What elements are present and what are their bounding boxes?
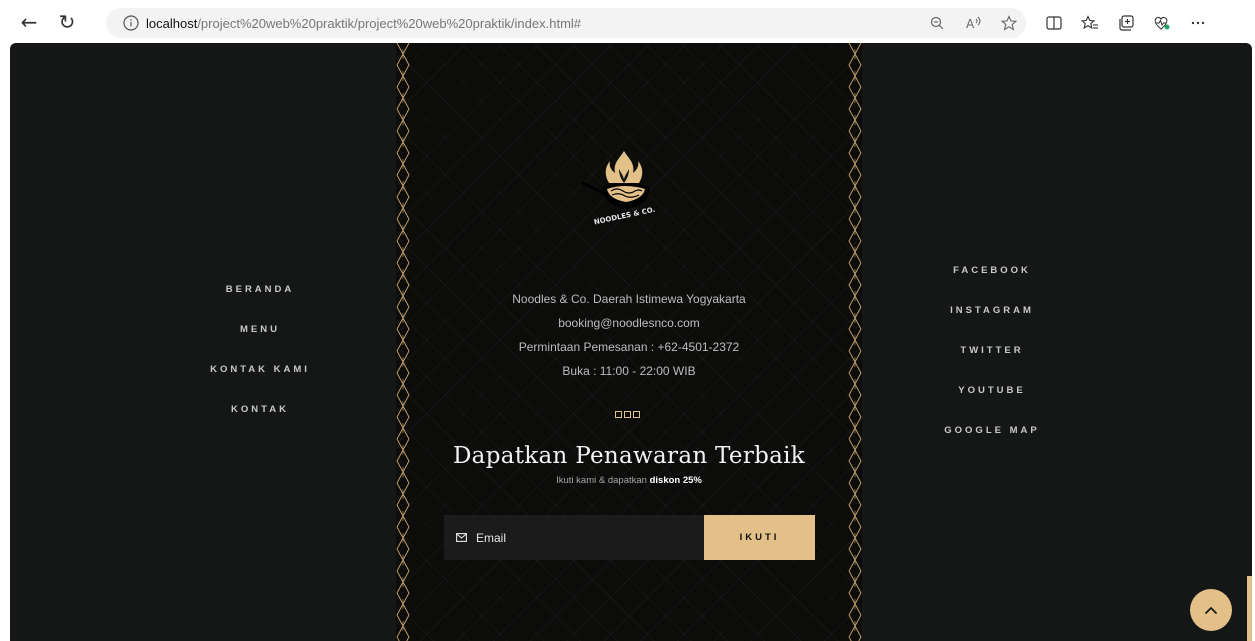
menu-link-kontak-kami[interactable]: KONTAK KAMI (210, 363, 310, 403)
phone-text: Permintaan Pemesanan : +62-4501-2372 (518, 340, 740, 354)
url-host: localhost (146, 15, 198, 31)
back-icon[interactable]: ← (12, 5, 46, 39)
divider-square (615, 411, 622, 418)
refresh-icon[interactable]: ↻ (50, 5, 84, 39)
favorite-icon[interactable] (996, 10, 1022, 36)
email-input[interactable] (476, 530, 696, 545)
url-path: /project%20web%20praktik/project%20web%2… (197, 15, 582, 31)
info-icon[interactable] (116, 15, 146, 31)
center-panel: NOODLES & CO. Noodles & Co. Daerah Istim… (396, 43, 862, 641)
social-menu: FACEBOOK INSTAGRAM TWITTER YOUTUBE GOOGL… (942, 264, 1042, 464)
promo-subtitle-prefix: Ikuti kami & dapatkan (556, 475, 647, 486)
noodles-logo[interactable]: NOODLES & CO. (579, 143, 669, 233)
collections-icon[interactable] (1108, 8, 1144, 38)
menu-link-beranda[interactable]: BERANDA (210, 283, 310, 323)
split-screen-icon[interactable] (1036, 8, 1072, 38)
email-text: booking@noodlesnco.com (558, 316, 700, 330)
zoom-icon[interactable] (924, 10, 950, 36)
logo-text: NOODLES & CO. (593, 206, 656, 227)
more-icon[interactable] (1180, 8, 1216, 38)
page-edge-accent (1247, 576, 1252, 641)
email-field[interactable] (444, 515, 704, 560)
social-link-twitter[interactable]: TWITTER (942, 344, 1042, 384)
divider-squares (615, 411, 640, 418)
favorites-icon[interactable] (1072, 8, 1108, 38)
contact-info: Noodles & Co. Daerah Istimewa Yogyakarta… (396, 287, 862, 383)
browser-toolbar: ← ↻ localhost/project%20web%20praktik/pr… (0, 0, 1255, 44)
menu-link-menu[interactable]: MENU (210, 323, 310, 363)
social-link-instagram[interactable]: INSTAGRAM (942, 304, 1042, 344)
social-link-google-map[interactable]: GOOGLE MAP (942, 424, 1042, 464)
social-link-youtube[interactable]: YOUTUBE (942, 384, 1042, 424)
divider-square (633, 411, 640, 418)
scroll-to-top-button[interactable] (1190, 589, 1232, 631)
chevron-up-icon (1205, 606, 1217, 614)
read-aloud-icon[interactable]: A (960, 10, 986, 36)
promo-title: Dapatkan Penawaran Terbaik (452, 443, 806, 469)
mail-icon (456, 533, 468, 543)
menu-link-kontak[interactable]: KONTAK (210, 403, 310, 443)
divider-square (624, 411, 631, 418)
promo-subtitle-discount: diskon 25% (649, 475, 702, 486)
promo-subtitle: Ikuti kami & dapatkan diskon 25% (396, 475, 862, 486)
address-bar[interactable]: localhost/project%20web%20praktik/projec… (106, 8, 1026, 38)
subscribe-button[interactable]: IKUTI (704, 515, 815, 560)
hours-text: Buka : 11:00 - 22:00 WIB (562, 364, 696, 378)
left-menu: BERANDA MENU KONTAK KAMI KONTAK (210, 283, 310, 443)
svg-text:A: A (966, 17, 975, 30)
url-text: localhost/project%20web%20praktik/projec… (146, 16, 581, 31)
social-link-facebook[interactable]: FACEBOOK (942, 264, 1042, 304)
footer-section: BERANDA MENU KONTAK KAMI KONTAK NOODLES … (10, 43, 1252, 641)
address-text: Noodles & Co. Daerah Istimewa Yogyakarta (512, 292, 746, 306)
health-icon[interactable] (1144, 8, 1180, 38)
